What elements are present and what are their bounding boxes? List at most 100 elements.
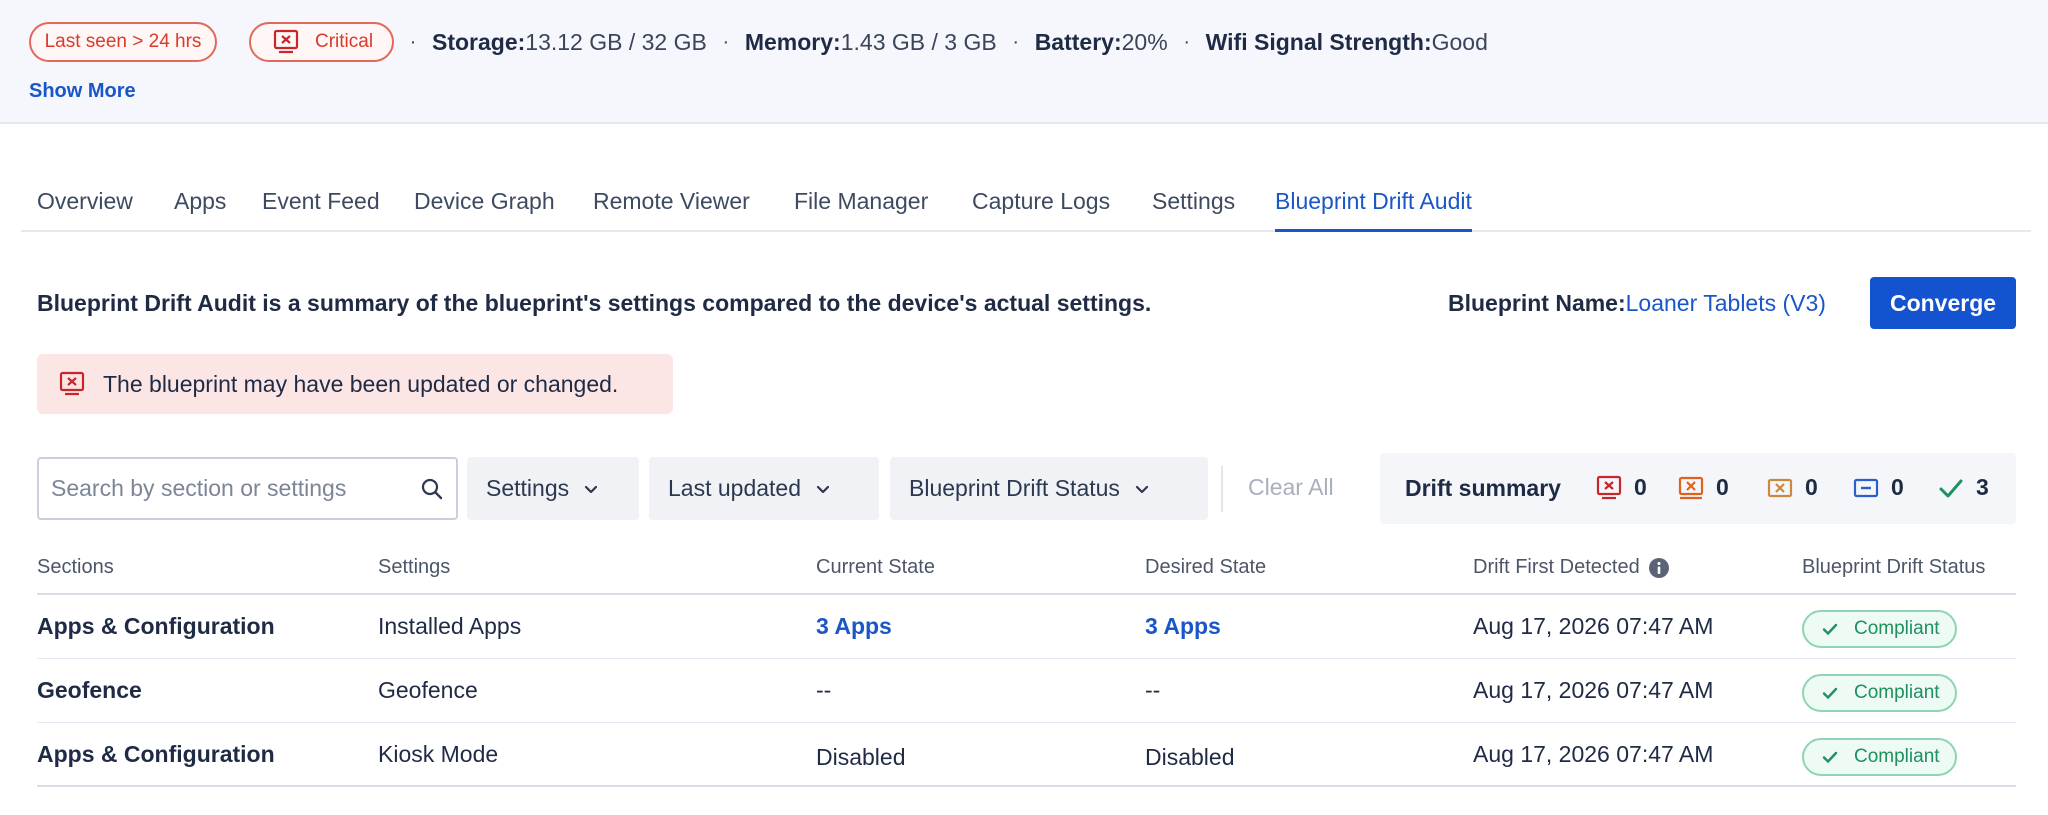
high-drift-count: 0 <box>1716 474 1729 500</box>
cell-current-state-link[interactable]: 3 Apps <box>816 613 892 640</box>
compliant-count: 3 <box>1976 474 1989 500</box>
separator-dot: · <box>722 30 730 53</box>
drift-status-filter-dropdown[interactable]: Blueprint Drift Status <box>890 457 1208 520</box>
critical-badge: Critical <box>249 22 394 62</box>
low-drift-count: 0 <box>1891 474 1904 500</box>
critical-drift-count: 0 <box>1634 474 1647 500</box>
cell-desired-state: -- <box>1145 677 1161 703</box>
alert-message: The blueprint may have been updated or c… <box>103 370 619 397</box>
drift-count-medium: 0 <box>1767 474 1818 501</box>
search-box <box>37 457 458 520</box>
medium-drift-count: 0 <box>1805 474 1818 500</box>
check-icon <box>1822 687 1838 699</box>
tab-device-graph[interactable]: Device Graph <box>414 188 555 232</box>
battery-stat: Battery:20% <box>1034 28 1168 55</box>
tab-blueprint-drift-audit[interactable]: Blueprint Drift Audit <box>1275 188 1472 232</box>
status-label: Compliant <box>1854 682 1940 703</box>
show-more-link[interactable]: Show More <box>29 80 136 103</box>
critical-label: Critical <box>315 31 374 52</box>
column-header-sections[interactable]: Sections <box>37 556 114 579</box>
last-seen-badge: Last seen > 24 hrs <box>29 22 217 62</box>
filter-divider <box>1221 466 1223 512</box>
clear-all-button[interactable]: Clear All <box>1248 474 1334 501</box>
cell-current-state: -- <box>816 677 832 703</box>
column-header-drift-first-detected[interactable]: Drift First Detected <box>1473 556 1670 579</box>
table-row: Apps & Configuration Kiosk Mode Disabled… <box>37 723 2016 787</box>
cell-desired-state-link[interactable]: 3 Apps <box>1145 613 1221 640</box>
tab-settings[interactable]: Settings <box>1152 188 1235 232</box>
blueprint-changed-alert: The blueprint may have been updated or c… <box>37 354 673 414</box>
medium-drift-icon <box>1767 478 1793 497</box>
separator-dot: · <box>1012 30 1020 53</box>
compliant-status-badge: Compliant <box>1802 674 1957 712</box>
table-row: Apps & Configuration Installed Apps 3 Ap… <box>37 595 2016 659</box>
memory-stat: Memory:1.43 GB / 3 GB <box>744 28 997 55</box>
cell-section: Apps & Configuration <box>37 613 275 639</box>
tab-overview[interactable]: Overview <box>37 188 133 232</box>
status-label: Compliant <box>1854 746 1940 767</box>
last-updated-filter-label: Last updated <box>668 475 802 501</box>
column-header-current-state[interactable]: Current State <box>816 556 935 579</box>
drift-summary-label: Drift summary <box>1405 475 1561 501</box>
cell-current-state: Disabled <box>816 744 906 770</box>
info-icon[interactable] <box>1648 557 1670 579</box>
cell-drift-detected: Aug 17, 2026 07:47 AM <box>1473 677 1714 703</box>
search-input[interactable] <box>51 459 411 518</box>
cell-drift-detected: Aug 17, 2026 07:47 AM <box>1473 741 1714 767</box>
table-row: Geofence Geofence -- -- Aug 17, 2026 07:… <box>37 659 2016 723</box>
drift-count-low: 0 <box>1853 474 1904 501</box>
audit-description: Blueprint Drift Audit is a summary of th… <box>37 290 1152 316</box>
drift-count-high: 0 <box>1678 474 1729 501</box>
tab-apps[interactable]: Apps <box>174 188 226 232</box>
drift-summary: Drift summary 0 0 0 0 3 <box>1380 453 2016 524</box>
settings-filter-dropdown[interactable]: Settings <box>467 457 639 520</box>
device-status-row: Last seen > 24 hrs Critical · Storage:13… <box>29 22 1488 62</box>
last-seen-label: Last seen > 24 hrs <box>44 31 202 52</box>
device-status-bar: Last seen > 24 hrs Critical · Storage:13… <box>0 0 2048 124</box>
high-drift-icon <box>1678 476 1704 499</box>
tab-remote-viewer[interactable]: Remote Viewer <box>593 188 750 232</box>
check-icon <box>1822 751 1838 763</box>
column-header-desired-state[interactable]: Desired State <box>1145 556 1266 579</box>
drift-count-critical: 0 <box>1596 474 1647 501</box>
cell-setting: Installed Apps <box>378 613 522 639</box>
drift-status-filter-label: Blueprint Drift Status <box>909 475 1120 501</box>
compliant-status-badge: Compliant <box>1802 738 1957 776</box>
tab-capture-logs[interactable]: Capture Logs <box>972 188 1110 232</box>
blueprint-name-label: Blueprint Name: <box>1448 290 1626 316</box>
status-label: Compliant <box>1854 618 1940 639</box>
table-header: Sections Settings Current State Desired … <box>37 553 2016 595</box>
column-header-drift-status[interactable]: Blueprint Drift Status <box>1802 556 1985 579</box>
cell-setting: Geofence <box>378 677 478 703</box>
converge-button[interactable]: Converge <box>1870 277 2016 329</box>
compliant-status-badge: Compliant <box>1802 610 1957 648</box>
low-drift-icon <box>1853 478 1879 497</box>
cell-desired-state: Disabled <box>1145 744 1235 770</box>
blueprint-name: Blueprint Name:Loaner Tablets (V3) <box>1448 290 1826 317</box>
chevron-down-icon <box>1135 485 1149 493</box>
drift-count-compliant: 3 <box>1938 474 1989 501</box>
search-icon[interactable] <box>420 477 444 501</box>
drift-first-detected-label: Drift First Detected <box>1473 556 1640 578</box>
cell-section: Apps & Configuration <box>37 741 275 767</box>
tab-file-manager[interactable]: File Manager <box>794 188 928 232</box>
cell-setting: Kiosk Mode <box>378 741 499 767</box>
monitor-x-icon <box>59 371 85 396</box>
separator-dot: · <box>1183 30 1190 53</box>
compliant-check-icon <box>1939 479 1963 497</box>
cell-section: Geofence <box>37 677 142 703</box>
critical-drift-icon <box>1596 475 1622 499</box>
settings-filter-label: Settings <box>486 475 570 501</box>
device-tabs: Overview Apps Event Feed Device Graph Re… <box>21 186 2031 232</box>
wifi-stat: Wifi Signal Strength:Good <box>1205 28 1488 55</box>
check-icon <box>1822 623 1838 635</box>
column-header-settings[interactable]: Settings <box>378 556 450 579</box>
tab-event-feed[interactable]: Event Feed <box>262 188 380 232</box>
separator-dot: · <box>409 30 417 53</box>
chevron-down-icon <box>585 485 598 493</box>
blueprint-name-link[interactable]: Loaner Tablets (V3) <box>1626 290 1826 316</box>
cell-drift-detected: Aug 17, 2026 07:47 AM <box>1473 613 1714 639</box>
storage-stat: Storage:13.12 GB / 32 GB <box>432 28 707 55</box>
monitor-x-icon <box>273 29 299 54</box>
last-updated-filter-dropdown[interactable]: Last updated <box>649 457 879 520</box>
